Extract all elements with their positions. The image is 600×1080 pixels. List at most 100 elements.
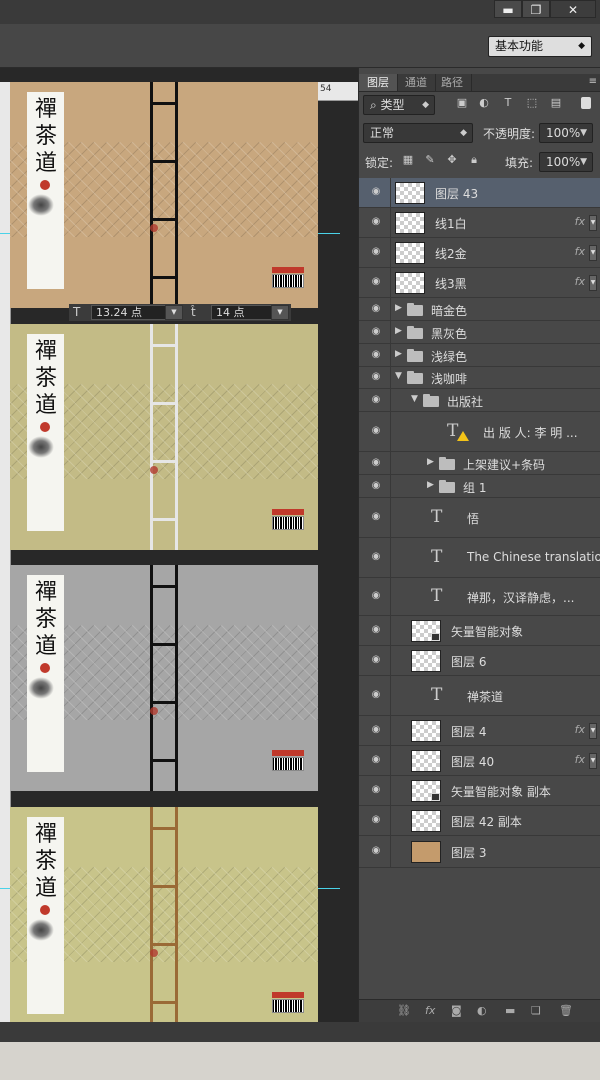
layer-row[interactable]: ◉ 线1白 fx ▼ [359,208,600,238]
filter-smart-icon[interactable]: ▤ [549,97,563,109]
eye-icon[interactable]: ◉ [369,186,383,197]
layer-row[interactable]: ◉ ▶ 组 1 [359,475,600,498]
tab-layers[interactable]: 图层 [359,74,398,91]
fx-icon[interactable]: fx [425,1004,435,1017]
fx-icon[interactable]: fx [575,215,585,228]
lock-move-icon[interactable]: ✥ [445,154,459,166]
chevron-right-icon[interactable]: ▶ [427,480,434,490]
guide-line[interactable] [0,888,10,889]
layer-row[interactable]: ◉ T The Chinese translation [359,538,600,578]
eye-icon[interactable]: ◉ [369,551,383,562]
layer-row[interactable]: ◉ 图层 4 fx ▼ [359,716,600,746]
filter-text-icon[interactable]: T [501,97,515,109]
minimize-button[interactable]: ▬ [494,0,522,18]
layer-row[interactable]: ◉ ▼ 浅咖啡 [359,367,600,389]
workspace-select[interactable]: 基本功能 ◆ [488,36,592,57]
eye-icon[interactable]: ◉ [369,814,383,825]
fill-field[interactable]: 100% ▼ [539,152,593,172]
eye-icon[interactable]: ◉ [369,216,383,227]
restore-button[interactable]: ❐ [522,0,550,18]
mask-icon[interactable]: ◙ [451,1004,462,1017]
chevron-down-icon[interactable]: ▼ [589,753,597,769]
new-layer-icon[interactable]: ❏ [531,1004,541,1017]
eye-icon[interactable]: ◉ [369,303,383,314]
chevron-down-icon[interactable]: ▼ [589,275,597,291]
eye-icon[interactable]: ◉ [369,689,383,700]
layer-row[interactable]: ◉ 图层 42 副本 [359,806,600,836]
layer-row[interactable]: ◉ ▶ 黑灰色 [359,321,600,344]
panel-menu-icon[interactable]: ≡ [589,76,597,87]
layer-row[interactable]: ◉ 图层 6 [359,646,600,676]
lock-paint-icon[interactable]: ✎ [423,154,437,166]
chevron-right-icon[interactable]: ▶ [427,457,434,467]
trash-icon[interactable]: 🗑︎ [559,1004,573,1017]
chevron-down-icon[interactable]: ▼ [589,723,597,739]
eye-icon[interactable]: ◉ [369,349,383,360]
layer-row[interactable]: ◉ 矢量智能对象 [359,616,600,646]
chevron-down-icon[interactable]: ▼ [589,215,597,231]
chevron-down-icon[interactable]: ▼ [395,371,402,381]
lock-all-icon[interactable]: 🔒︎ [467,154,481,166]
fx-icon[interactable]: fx [575,753,585,766]
eye-icon[interactable]: ◉ [369,326,383,337]
eye-icon[interactable]: ◉ [369,784,383,795]
tab-paths[interactable]: 路径 [433,74,472,91]
eye-icon[interactable]: ◉ [369,511,383,522]
layer-row[interactable]: ◉ T 禅那，汉译静虑，... [359,578,600,616]
chevron-down-icon[interactable]: ▼ [411,394,418,404]
document-canvas[interactable]: 54 禪茶道The Chinese translation禪茶道The Chin… [0,68,358,1022]
guide-line[interactable] [0,233,10,234]
layer-row[interactable]: ◉ ▼ 出版社 [359,389,600,412]
blend-mode-select[interactable]: 正常 ◆ [363,123,473,143]
eye-icon[interactable]: ◉ [369,724,383,735]
layer-row[interactable]: ◉ 图层 43 [359,178,600,208]
filter-pixel-icon[interactable]: ▣ [455,97,469,109]
layer-row[interactable]: ◉ 线2金 fx ▼ [359,238,600,268]
eye-icon[interactable]: ◉ [369,394,383,405]
eye-icon[interactable]: ◉ [369,845,383,856]
opacity-field[interactable]: 100% ▼ [539,123,593,143]
lock-transparency-icon[interactable]: ▦ [401,154,415,166]
layer-row[interactable]: ◉ 图层 40 fx ▼ [359,746,600,776]
adjustment-icon[interactable]: ◐ [477,1004,487,1017]
leading-field[interactable]: 14 点 [211,305,273,320]
guide-line[interactable] [318,888,340,889]
filter-toggle[interactable] [581,97,591,109]
guide-line[interactable] [318,233,340,234]
folder-icon[interactable]: ▬ [505,1004,515,1017]
filter-adjust-icon[interactable]: ◐ [477,97,491,109]
chevron-right-icon[interactable]: ▶ [395,326,402,336]
fx-icon[interactable]: fx [575,245,585,258]
eye-icon[interactable]: ◉ [369,276,383,287]
chevron-right-icon[interactable]: ▶ [395,349,402,359]
font-size-field[interactable]: 13.24 点 [91,305,167,320]
font-size-dropdown[interactable]: ▼ [165,305,183,320]
filter-type-select[interactable]: ⌕ 类型 ◆ [363,95,435,115]
leading-dropdown[interactable]: ▼ [271,305,289,320]
link-icon[interactable]: ⛓ [397,1004,411,1017]
layer-row[interactable]: ◉ ▶ 上架建议+条码 [359,452,600,475]
layer-row[interactable]: ◉ T 悟 [359,498,600,538]
eye-icon[interactable]: ◉ [369,371,383,382]
eye-icon[interactable]: ◉ [369,590,383,601]
chevron-right-icon[interactable]: ▶ [395,303,402,313]
eye-icon[interactable]: ◉ [369,754,383,765]
eye-icon[interactable]: ◉ [369,457,383,468]
layer-row[interactable]: ◉ 线3黑 fx ▼ [359,268,600,298]
close-button[interactable]: ✕ [550,0,596,18]
fx-icon[interactable]: fx [575,723,585,736]
layer-row[interactable]: ◉ ▶ 浅绿色 [359,344,600,367]
fx-icon[interactable]: fx [575,275,585,288]
layer-row[interactable]: ◉ 图层 3 [359,836,600,868]
eye-icon[interactable]: ◉ [369,654,383,665]
layer-row[interactable]: ◉ T 禅茶道 [359,676,600,716]
chevron-down-icon[interactable]: ▼ [589,245,597,261]
filter-shape-icon[interactable]: ⬚ [525,97,539,109]
layer-row[interactable]: ◉ ▶ 暗金色 [359,298,600,321]
layer-row[interactable]: ◉ 矢量智能对象 副本 [359,776,600,806]
eye-icon[interactable]: ◉ [369,425,383,436]
eye-icon[interactable]: ◉ [369,480,383,491]
layer-row[interactable]: ◉ T 出 版 人: 李 明 ... [359,412,600,452]
eye-icon[interactable]: ◉ [369,246,383,257]
eye-icon[interactable]: ◉ [369,624,383,635]
